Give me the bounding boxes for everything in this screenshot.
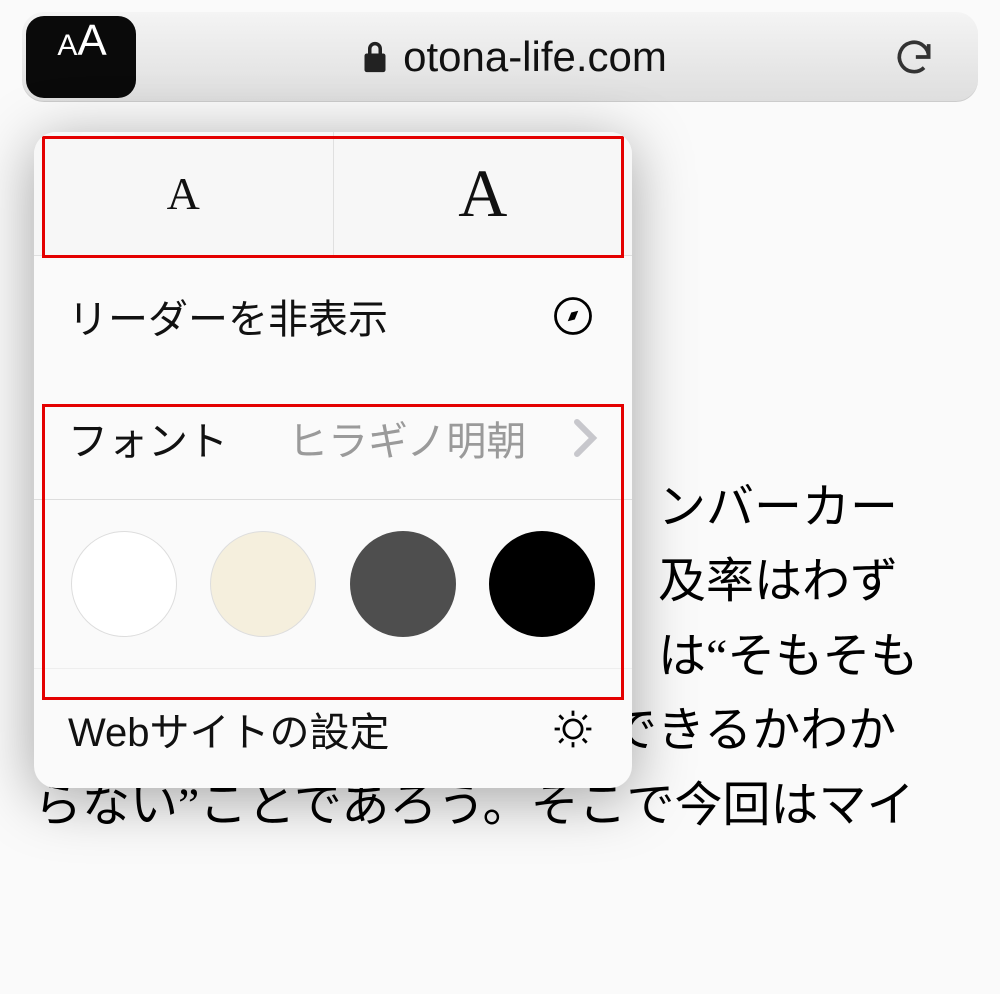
aa-icon-large: A [77,16,104,66]
gear-icon [552,708,598,750]
decrease-font-button[interactable]: A [34,132,334,255]
reader-settings-popover: A A リーダーを非表示 フォント ヒラギノ明朝 Webサイトの設定 [34,132,632,788]
compass-icon [552,295,598,337]
website-settings-label: Webサイトの設定 [68,700,390,758]
reload-button[interactable] [892,35,948,79]
font-size-row: A A [34,132,632,256]
aa-icon-small: A [57,29,75,63]
font-label: フォント [68,409,228,467]
font-picker-row[interactable]: フォント ヒラギノ明朝 [34,376,632,500]
theme-swatch-gray[interactable] [350,531,456,637]
theme-swatch-white[interactable] [71,531,177,637]
lock-icon [361,39,389,75]
hide-reader-row[interactable]: リーダーを非表示 [34,256,632,376]
chevron-right-icon [572,418,598,458]
theme-swatch-sepia[interactable] [210,531,316,637]
theme-color-row [34,500,632,668]
theme-swatch-black[interactable] [489,531,595,637]
url-bar[interactable]: A A otona-life.com [22,12,978,102]
text-size-button[interactable]: A A [26,16,136,98]
font-value: ヒラギノ明朝 [288,409,572,467]
increase-font-button[interactable]: A [334,132,633,255]
hide-reader-label: リーダーを非表示 [68,287,388,345]
url-domain-area[interactable]: otona-life.com [361,33,667,81]
website-settings-row[interactable]: Webサイトの設定 [34,668,632,788]
url-domain-text: otona-life.com [403,33,667,81]
